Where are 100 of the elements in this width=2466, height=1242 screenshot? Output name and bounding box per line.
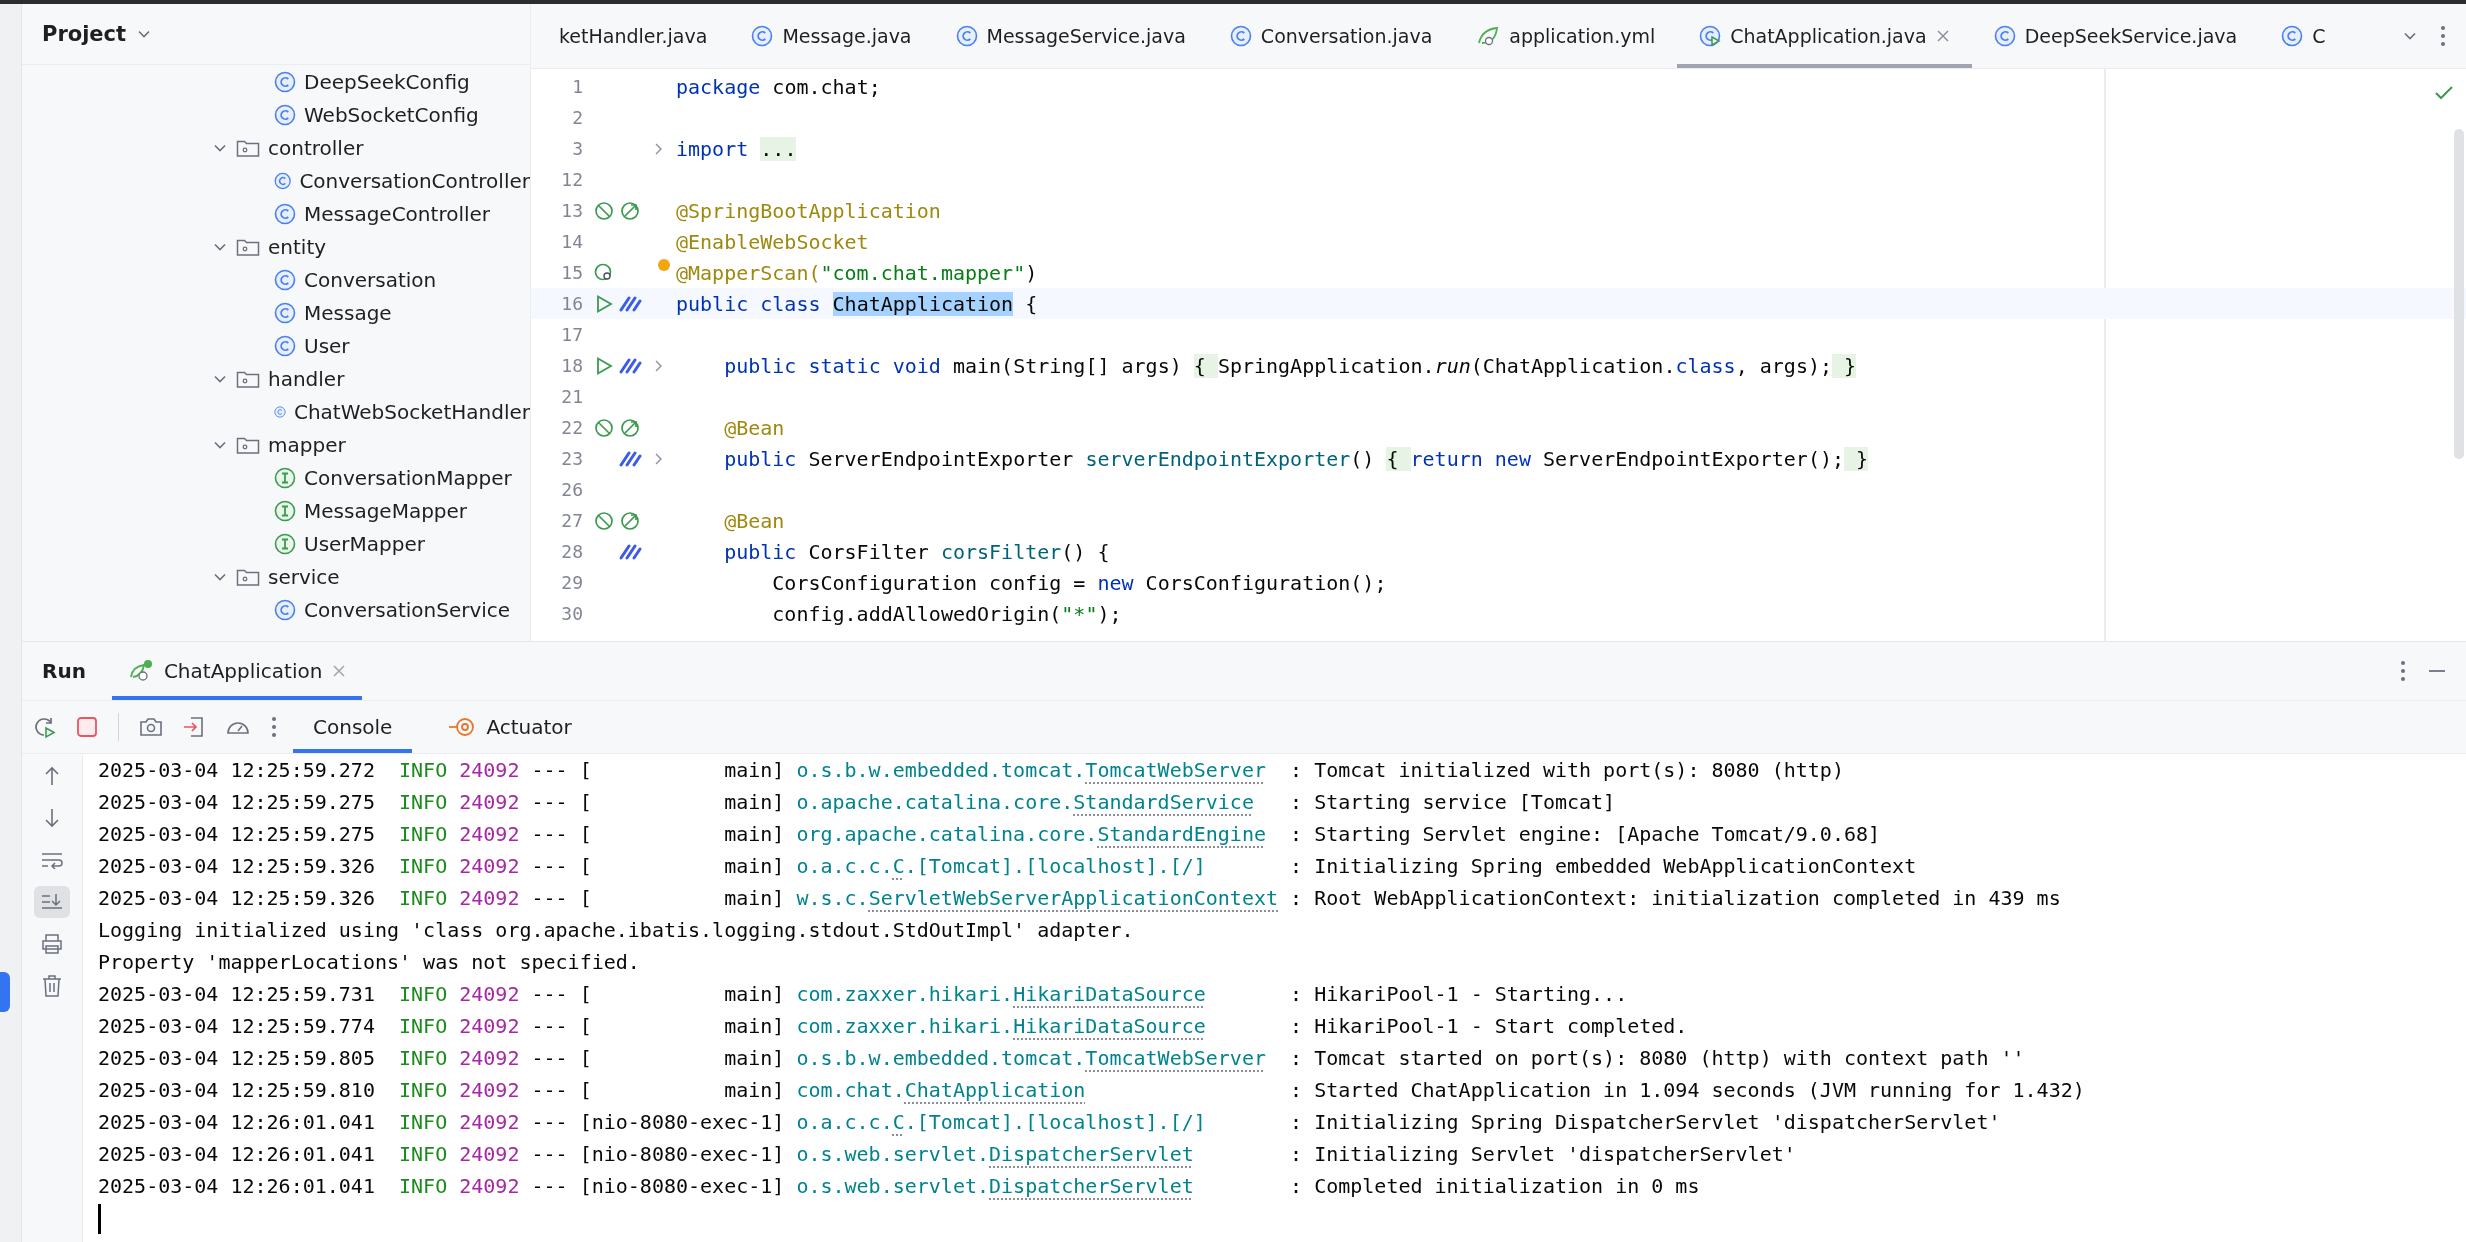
wrap-lines-icon[interactable] [41, 851, 63, 869]
tree-item[interactable]: Conversation [22, 263, 530, 296]
running-app-icon [127, 659, 154, 683]
code-line: @SpringBootApplication [675, 198, 941, 223]
log-line: 2025-03-04 12:26:01.041 INFO 24092 --- [nio-8080-exec-1] o.s.web.servlet.DispatcherServlet : Initializing Servlet 'dispatcherServlet' [98, 1141, 1797, 1168]
line-number: 22 [560, 417, 583, 438]
close-icon[interactable] [332, 664, 347, 678]
slashed-circle-icon[interactable] [593, 416, 615, 439]
code-line: public static void main(String[] args) { SpringApplication.run(ChatApplication.class, args); } [723, 353, 1857, 378]
tree-folder[interactable]: entity [22, 230, 530, 263]
text-cursor [98, 1204, 101, 1234]
line-number: 26 [560, 479, 583, 500]
slashed-circle-icon[interactable] [619, 509, 641, 532]
log-line: 2025-03-04 12:25:59.272 INFO 24092 --- [ main] o.s.b.w.embedded.tomcat.TomcatWebServer : Tomcat initialized with port(s): 8080 (http) [98, 757, 1845, 784]
line-number: 14 [560, 231, 583, 252]
code-line: package com.chat; [675, 74, 881, 99]
line-number: 27 [560, 510, 583, 531]
line-number: 18 [560, 355, 583, 376]
code-line: @Bean [723, 415, 785, 440]
log-line: 2025-03-04 12:26:01.041 INFO 24092 --- [nio-8080-exec-1] o.s.web.servlet.DispatcherServlet : Completed initialization in 0 ms [98, 1173, 1701, 1200]
log-line: Property 'mapperLocations' was not specified. [98, 949, 641, 976]
scrollbar-thumb[interactable] [2454, 129, 2464, 459]
log-line: Logging initialized using 'class org.apache.ibatis.logging.stdout.StdOutImpl' adapter. [98, 917, 1135, 944]
code-line: public class ChatApplication { [675, 291, 1038, 316]
target-icon [448, 716, 477, 738]
arrow-down-icon[interactable] [43, 808, 61, 828]
print-icon[interactable] [41, 934, 63, 954]
slashed-circle-icon[interactable] [619, 199, 641, 222]
more-icon[interactable] [271, 716, 277, 738]
tree-item[interactable]: DeepSeekConfig [22, 65, 530, 98]
editor-tab[interactable]: Message.java [729, 4, 934, 68]
rerun-icon[interactable] [32, 715, 56, 739]
tree-item[interactable]: MessageController [22, 197, 530, 230]
interface-icon [274, 499, 296, 522]
code-line: public ServerEndpointExporter serverEndpointExporter() { return new ServerEndpointExporter(); } [723, 446, 1869, 471]
tree-item[interactable]: MessageMapper [22, 494, 530, 527]
code-line: public CorsFilter corsFilter() { [723, 539, 1110, 564]
class-icon [2281, 25, 2304, 47]
slashed-circle-icon[interactable] [619, 416, 641, 439]
slashed-circle-icon[interactable] [593, 199, 615, 222]
tree-item[interactable]: User [22, 329, 530, 362]
more-icon[interactable] [2400, 660, 2406, 682]
tree-folder[interactable]: service [22, 560, 530, 593]
log-line: 2025-03-04 12:25:59.275 INFO 24092 --- [ main] org.apache.catalina.core.StandardEngine : Starting Servlet engine: [Apache Tomcat/9.0.68] [98, 821, 1882, 848]
editor-tab[interactable]: C [2259, 4, 2348, 68]
editor-tab[interactable]: ketHandler.java [537, 4, 730, 68]
tree-folder[interactable]: handler [22, 362, 530, 395]
editor-tab[interactable]: application.yml [1454, 4, 1678, 68]
tree-item[interactable]: ChatWebSocketHandler [22, 395, 530, 428]
code-line: @MapperScan("com.chat.mapper") [675, 260, 1038, 285]
class-icon [1993, 25, 2016, 47]
leaf-file-icon [1476, 25, 1501, 47]
panel-title[interactable]: Run [42, 659, 86, 683]
tree-item[interactable]: ConversationMapper [22, 461, 530, 494]
more-icon[interactable] [2440, 25, 2446, 47]
run-tab[interactable]: ChatApplication [111, 642, 363, 700]
bulb-dot-icon[interactable] [658, 259, 670, 271]
line-number: 29 [560, 572, 583, 593]
stop-icon[interactable] [76, 716, 98, 738]
trash-icon[interactable] [42, 975, 62, 997]
check-icon[interactable] [2434, 85, 2454, 101]
camera-icon[interactable] [139, 716, 163, 738]
tree-item[interactable]: WebSocketConfig [22, 98, 530, 131]
scroll-to-end-toggle[interactable] [34, 886, 70, 918]
line-number: 3 [571, 138, 583, 159]
class-icon [274, 598, 296, 621]
log-line: 2025-03-04 12:25:59.326 INFO 24092 --- [ main] w.s.c.ServletWebServerApplicationContext : Root WebApplicationContext: initialization completed in 439 ms [98, 885, 2062, 912]
code-line: CorsConfiguration config = new CorsConfiguration(); [771, 570, 1387, 595]
console-tab[interactable]: Actuator [428, 701, 592, 753]
class-icon [274, 202, 296, 225]
editor-tab[interactable]: Conversation.java [1207, 4, 1455, 68]
line-number: 2 [571, 107, 583, 128]
editor-tab[interactable]: MessageService.java [933, 4, 1208, 68]
line-number: 17 [560, 324, 583, 345]
log-line: 2025-03-04 12:25:59.275 INFO 24092 --- [ main] o.apache.catalina.core.StandardService : Starting service [Tomcat] [98, 789, 1617, 816]
line-number: 16 [560, 293, 583, 314]
close-icon[interactable] [1935, 29, 1950, 43]
slashed-circle-icon[interactable] [593, 509, 615, 532]
class-icon [274, 268, 296, 291]
tree-item[interactable]: ConversationController [22, 164, 530, 197]
login-arrow-icon[interactable] [183, 716, 205, 738]
arrow-up-icon[interactable] [43, 766, 61, 786]
console-tab[interactable]: Console [293, 701, 413, 753]
log-line: 2025-03-04 12:25:59.731 INFO 24092 --- [ main] com.zaxxer.hikari.HikariDataSource : HikariPool-1 - Starting... [98, 981, 1629, 1008]
line-number: 23 [560, 448, 583, 469]
class-icon [274, 103, 296, 126]
minimize-icon[interactable] [2428, 669, 2446, 673]
tree-item[interactable]: ConversationService [22, 593, 530, 626]
scroll-to-end-icon [41, 892, 63, 912]
log-line: 2025-03-04 12:25:59.774 INFO 24092 --- [ main] com.zaxxer.hikari.HikariDataSource : HikariPool-1 - Start completed. [98, 1013, 1689, 1040]
tree-folder[interactable]: controller [22, 131, 530, 164]
editor-tab[interactable]: ChatApplication.java [1677, 4, 1972, 68]
editor-tab[interactable]: DeepSeekService.java [1971, 4, 2260, 68]
class-icon [751, 25, 774, 47]
panel-title[interactable]: Project [42, 22, 127, 46]
tree-item[interactable]: UserMapper [22, 527, 530, 560]
tree-item[interactable]: Message [22, 296, 530, 329]
tree-folder[interactable]: mapper [22, 428, 530, 461]
log-line: 2025-03-04 12:25:59.810 INFO 24092 --- [ main] com.chat.ChatApplication : Started ChatApplication in 1.094 seconds (JVM running for 1.432) [98, 1077, 2086, 1104]
active-tool-marker[interactable] [0, 972, 10, 1012]
